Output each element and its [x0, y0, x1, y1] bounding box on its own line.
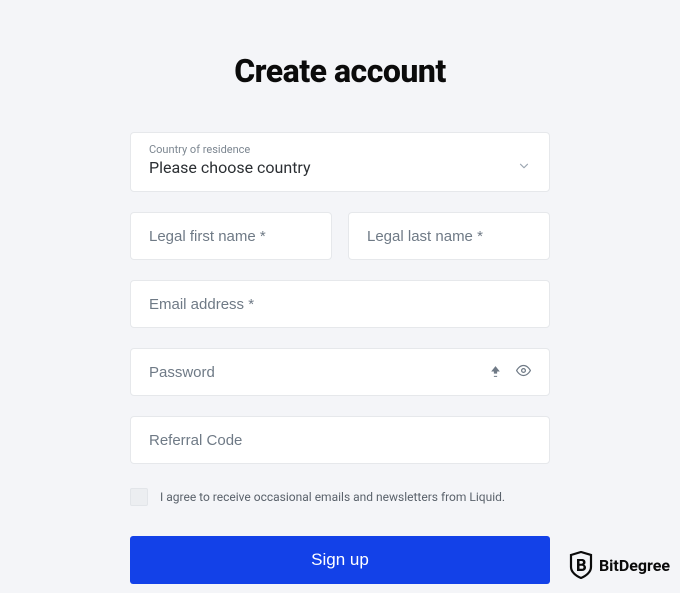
first-name-field[interactable] [149, 228, 313, 245]
first-name-field-wrapper [130, 212, 332, 260]
signup-button[interactable]: Sign up [130, 536, 550, 584]
password-field[interactable] [149, 364, 489, 381]
caps-lock-icon [489, 363, 502, 382]
password-field-wrapper [130, 348, 550, 396]
bitdegree-logo-icon [569, 551, 593, 579]
watermark: BitDegree [569, 551, 670, 579]
email-field[interactable] [149, 296, 531, 313]
country-select-value: Please choose country [149, 158, 531, 177]
country-label: Country of residence [149, 143, 531, 156]
signup-form-container: Create account Country of residence Plea… [0, 0, 680, 584]
signup-form: Country of residence Please choose count… [130, 132, 550, 584]
name-row [130, 212, 550, 260]
password-icons [489, 363, 531, 382]
country-placeholder: Please choose country [149, 158, 311, 177]
email-field-wrapper [130, 280, 550, 328]
page-title: Create account [234, 52, 446, 90]
newsletter-checkbox[interactable] [130, 488, 148, 506]
newsletter-row: I agree to receive occasional emails and… [130, 488, 550, 506]
chevron-down-icon [517, 158, 531, 177]
eye-icon[interactable] [516, 363, 531, 382]
referral-field[interactable] [149, 432, 531, 449]
watermark-text: BitDegree [599, 556, 670, 575]
last-name-field[interactable] [367, 228, 531, 245]
referral-field-wrapper [130, 416, 550, 464]
country-select[interactable]: Country of residence Please choose count… [130, 132, 550, 192]
last-name-field-wrapper [348, 212, 550, 260]
newsletter-label: I agree to receive occasional emails and… [160, 490, 505, 504]
